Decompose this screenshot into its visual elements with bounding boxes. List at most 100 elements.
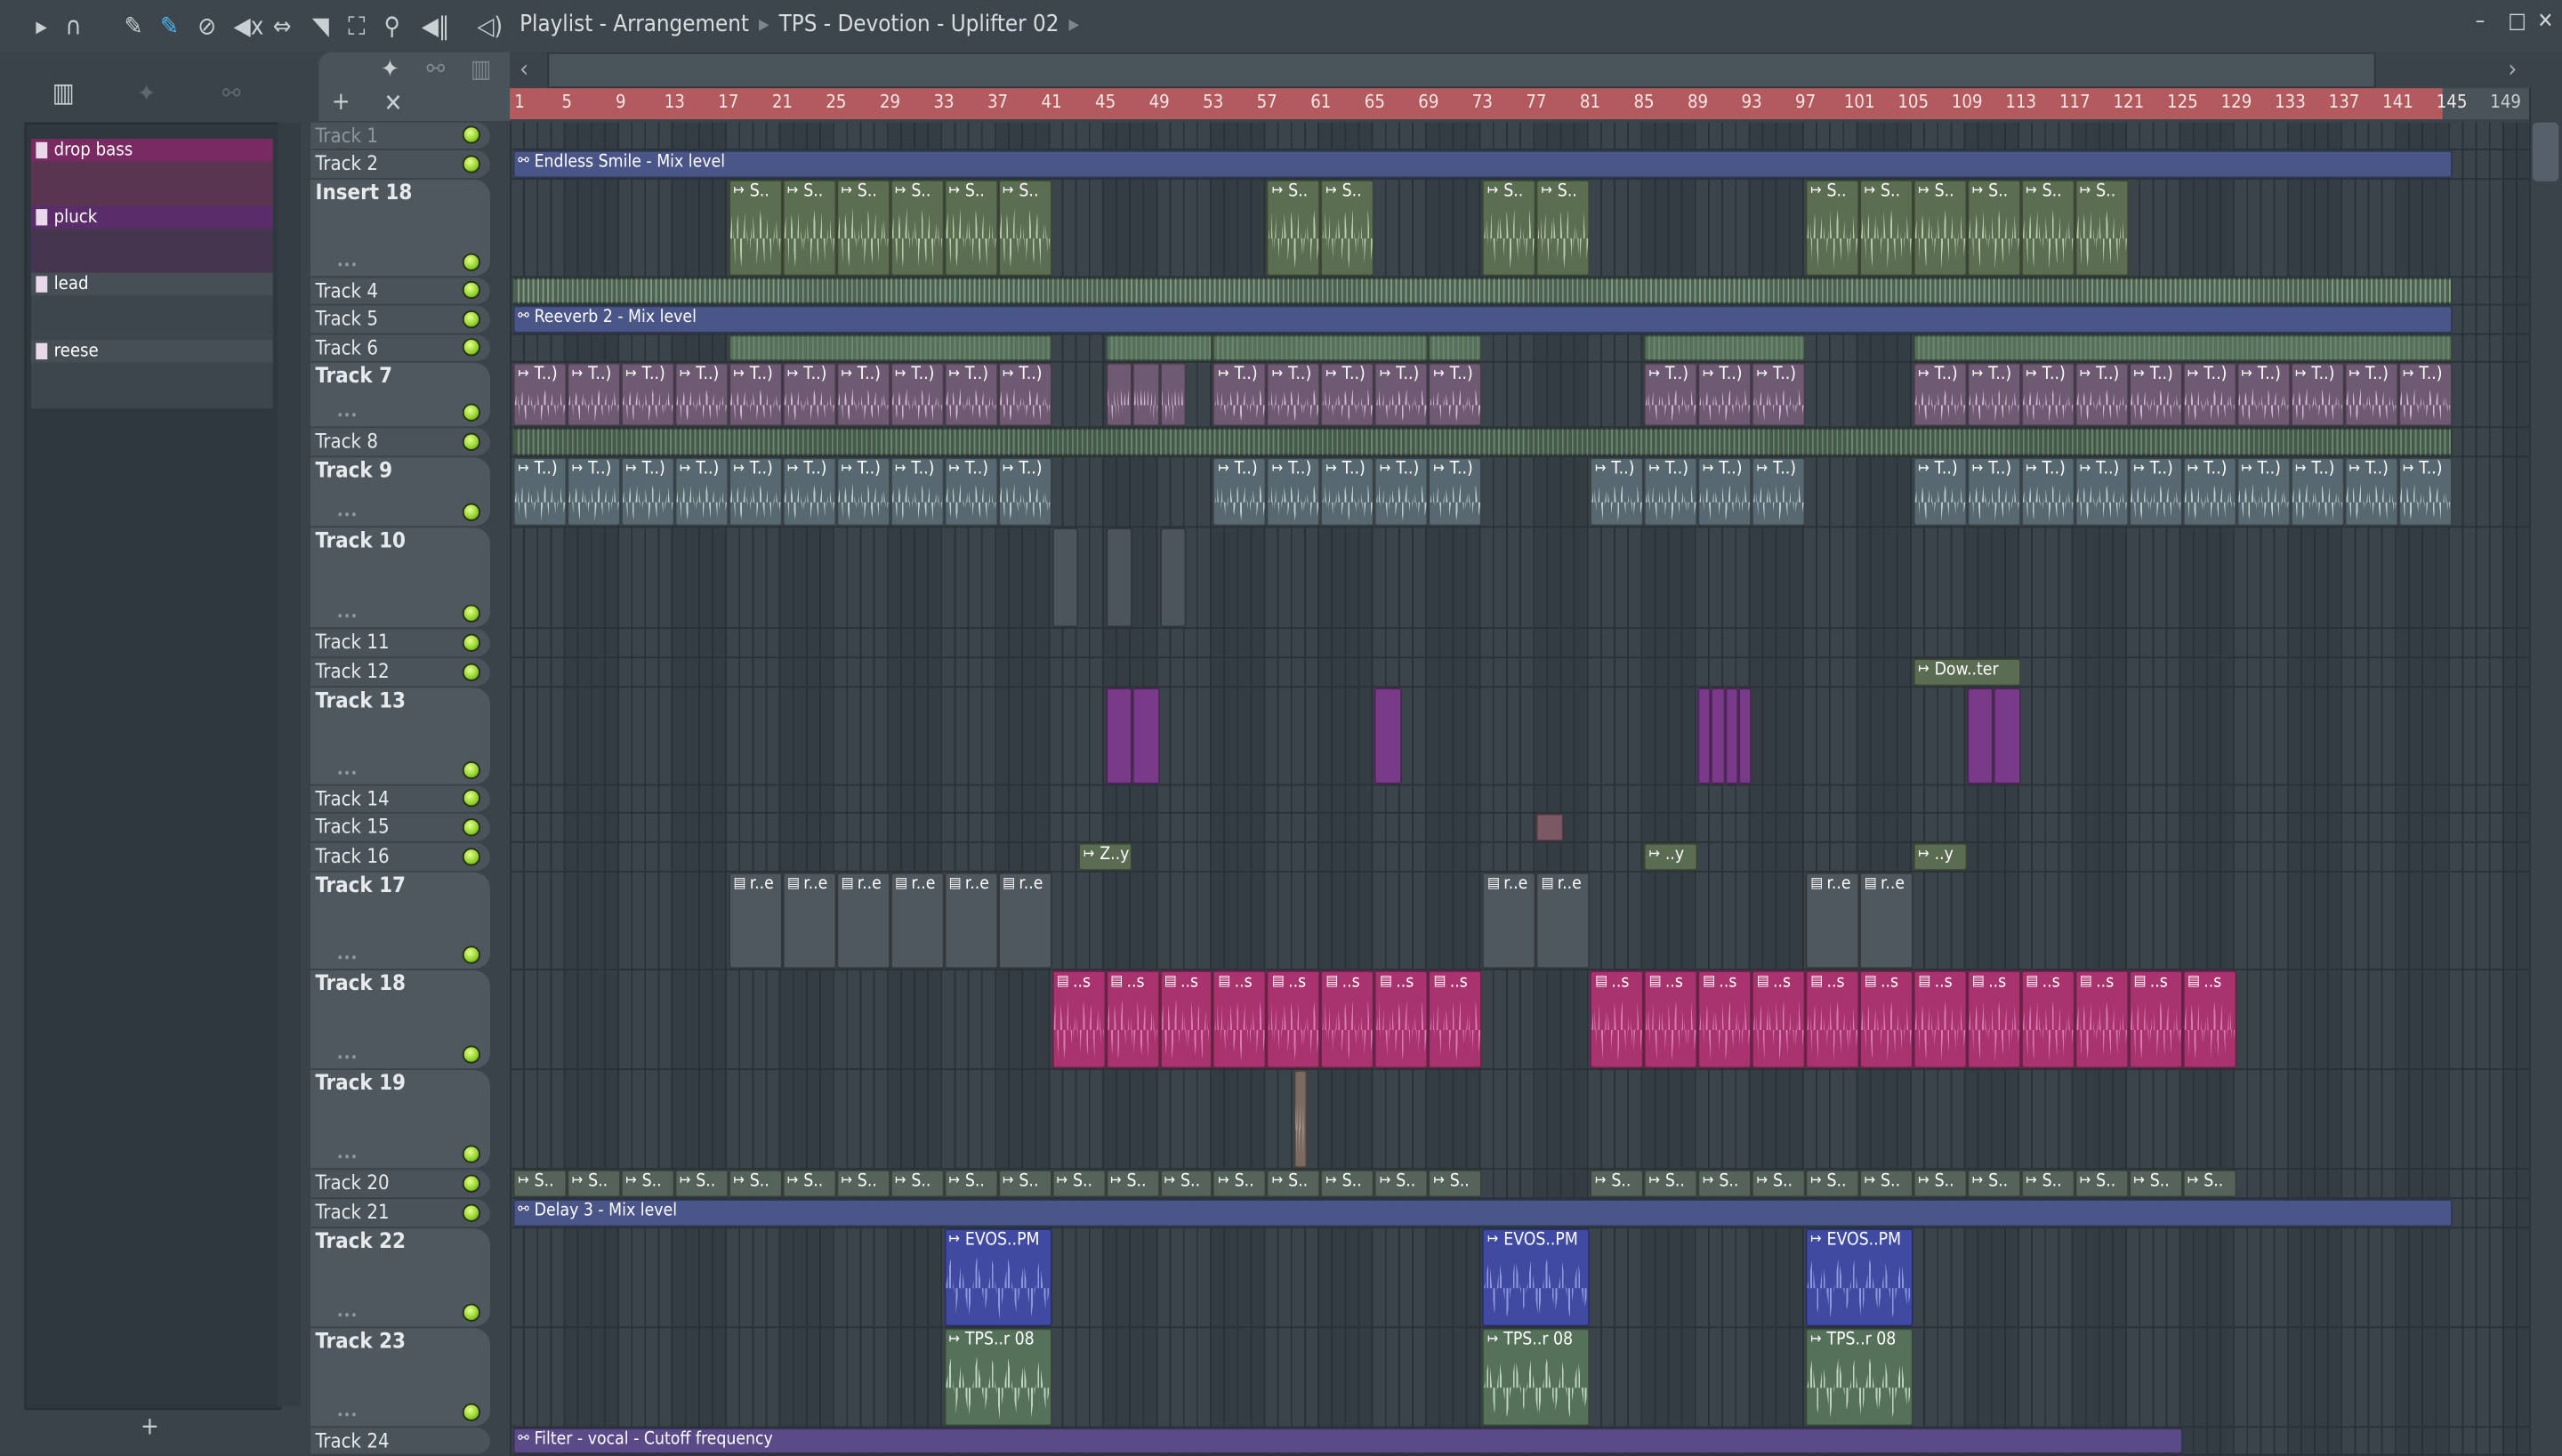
playlist-clip[interactable]: T..): [2397, 457, 2453, 527]
playlist-clip[interactable]: T..): [728, 457, 783, 527]
playlist-clip[interactable]: T..): [2128, 362, 2183, 427]
playlist-clip[interactable]: S..: [1428, 1170, 1483, 1198]
playlist-clip[interactable]: S..: [1267, 180, 1321, 277]
playback-icon[interactable]: ◀‖: [422, 12, 449, 41]
track-header[interactable]: Track 24: [310, 1428, 491, 1456]
playlist-clip[interactable]: T..): [2343, 362, 2398, 427]
track-header[interactable]: Track 6: [310, 334, 491, 363]
playlist-clip[interactable]: T..): [1697, 457, 1752, 527]
arrangement-overview[interactable]: [547, 52, 2376, 89]
playlist-clip[interactable]: [512, 428, 2453, 456]
playlist-clip[interactable]: T..): [890, 362, 945, 427]
playlist-clip[interactable]: T..): [1967, 457, 2021, 527]
track-options-icon[interactable]: •••: [336, 766, 357, 781]
playlist-clip[interactable]: T..): [1213, 362, 1268, 427]
track-header[interactable]: Track 11: [310, 629, 491, 659]
playlist-clip[interactable]: T..): [1374, 457, 1429, 527]
playlist-clip[interactable]: T..): [567, 457, 621, 527]
track-header[interactable]: Track 2: [310, 149, 491, 181]
playlist-clip[interactable]: T..): [512, 362, 568, 427]
playlist-clip[interactable]: S..: [835, 1170, 890, 1198]
playlist-clip[interactable]: S..: [1967, 1170, 2021, 1198]
track-header[interactable]: Track 20: [310, 1170, 491, 1200]
playlist-clip[interactable]: T..): [1374, 362, 1429, 427]
pattern-item[interactable]: drop bass: [30, 139, 273, 208]
audio-filter-icon[interactable]: ✦: [381, 54, 399, 84]
playlist-clip[interactable]: [1105, 527, 1132, 628]
playlist-clip[interactable]: T..): [2290, 457, 2344, 527]
playlist-clip[interactable]: T..): [1913, 362, 1968, 427]
vertical-scrollbar[interactable]: [2529, 88, 2562, 1456]
playlist-clip[interactable]: S..: [890, 180, 945, 277]
track-options-icon[interactable]: •••: [336, 1308, 357, 1323]
playlist-clip[interactable]: [1374, 688, 1402, 784]
playlist-clip[interactable]: T..): [2236, 362, 2291, 427]
add-pattern-button[interactable]: +: [141, 1412, 159, 1441]
playlist-clip[interactable]: r..e: [835, 872, 890, 969]
track-enable-led[interactable]: [462, 818, 480, 837]
playlist-clip[interactable]: S..: [1051, 1170, 1106, 1198]
pattern-header[interactable]: drop bass: [30, 139, 273, 162]
audio-clip-icon[interactable]: ✦: [137, 78, 156, 108]
delete-icon[interactable]: ⊘: [197, 12, 216, 41]
playlist-clip[interactable]: TPS..r 08: [1482, 1328, 1591, 1427]
track-enable-led[interactable]: [462, 663, 480, 681]
playlist-clip[interactable]: ..s: [2128, 969, 2183, 1069]
track-enable-led[interactable]: [462, 1203, 480, 1222]
playlist-clip[interactable]: T..): [2075, 457, 2129, 527]
playlist-clip[interactable]: TPS..r 08: [944, 1328, 1052, 1427]
playlist-clip[interactable]: T..): [674, 362, 729, 427]
track-enable-led[interactable]: [462, 1045, 480, 1064]
playlist-clip[interactable]: T..): [1213, 457, 1268, 527]
playlist-clip[interactable]: T..): [2075, 362, 2129, 427]
playlist-clip[interactable]: ..s: [1697, 969, 1752, 1069]
playlist-clip[interactable]: ..s: [1105, 969, 1160, 1069]
playlist-clip[interactable]: T..): [728, 362, 783, 427]
playlist-clip[interactable]: T..): [1428, 457, 1483, 527]
playlist-clip[interactable]: T..): [1752, 362, 1806, 427]
playlist-clip[interactable]: S..: [1535, 180, 1591, 277]
playlist-clip[interactable]: [1697, 688, 1712, 784]
playlist-clip[interactable]: [728, 334, 1052, 361]
playlist-clip[interactable]: S..: [1590, 1170, 1644, 1198]
playlist-clip[interactable]: T..): [1428, 362, 1483, 427]
playlist-clip[interactable]: S..: [2075, 180, 2129, 277]
track-header[interactable]: Track 9 •••: [310, 457, 491, 528]
track-enable-led[interactable]: [462, 403, 480, 422]
track-options-icon[interactable]: •••: [336, 258, 357, 273]
playlist-clip[interactable]: S..: [512, 1170, 568, 1198]
playlist-clip[interactable]: Endless Smile - Mix level: [512, 149, 2453, 179]
track-enable-led[interactable]: [462, 848, 480, 866]
pattern-item[interactable]: pluck: [30, 205, 273, 275]
playlist-clip[interactable]: S..: [1320, 180, 1375, 277]
playlist-clip[interactable]: S..: [1213, 1170, 1268, 1198]
playlist-clip[interactable]: T..): [782, 362, 836, 427]
track-enable-led[interactable]: [462, 503, 480, 521]
playlist-clip[interactable]: r..e: [944, 872, 998, 969]
automation-icon[interactable]: ⚯: [222, 78, 241, 108]
playlist-clip[interactable]: [1159, 362, 1187, 427]
playlist-clip[interactable]: S..: [835, 180, 890, 277]
playlist-clip[interactable]: ..s: [1320, 969, 1375, 1069]
track-enable-led[interactable]: [462, 125, 480, 144]
playlist-clip[interactable]: T..): [1967, 362, 2021, 427]
playlist-clip[interactable]: ..s: [1213, 969, 1268, 1069]
track-options-icon[interactable]: •••: [336, 1408, 357, 1423]
playlist-clip[interactable]: T..): [2343, 457, 2398, 527]
playlist-clip[interactable]: S..: [890, 1170, 945, 1198]
playlist-clip[interactable]: S..: [1805, 1170, 1860, 1198]
track-header[interactable]: Track 7 •••: [310, 362, 491, 429]
playlist-clip[interactable]: EVOS..PM: [1482, 1228, 1591, 1327]
track-header[interactable]: Track 12: [310, 658, 491, 688]
playlist-clip[interactable]: Dow..ter: [1913, 658, 2021, 687]
playlist-clip[interactable]: ..s: [1967, 969, 2021, 1069]
playlist-clip[interactable]: r..e: [1535, 872, 1591, 969]
playlist-clip[interactable]: TPS..r 08: [1805, 1328, 1913, 1427]
playlist-clip[interactable]: T..): [2290, 362, 2344, 427]
playlist-clip[interactable]: T..): [835, 362, 890, 427]
playlist-clip[interactable]: [1051, 527, 1079, 628]
playlist-clip[interactable]: S..: [782, 180, 836, 277]
track-enable-led[interactable]: [462, 1145, 480, 1163]
picker-scrollbar[interactable]: [278, 122, 301, 1407]
playlist-clip[interactable]: S..: [1805, 180, 1860, 277]
